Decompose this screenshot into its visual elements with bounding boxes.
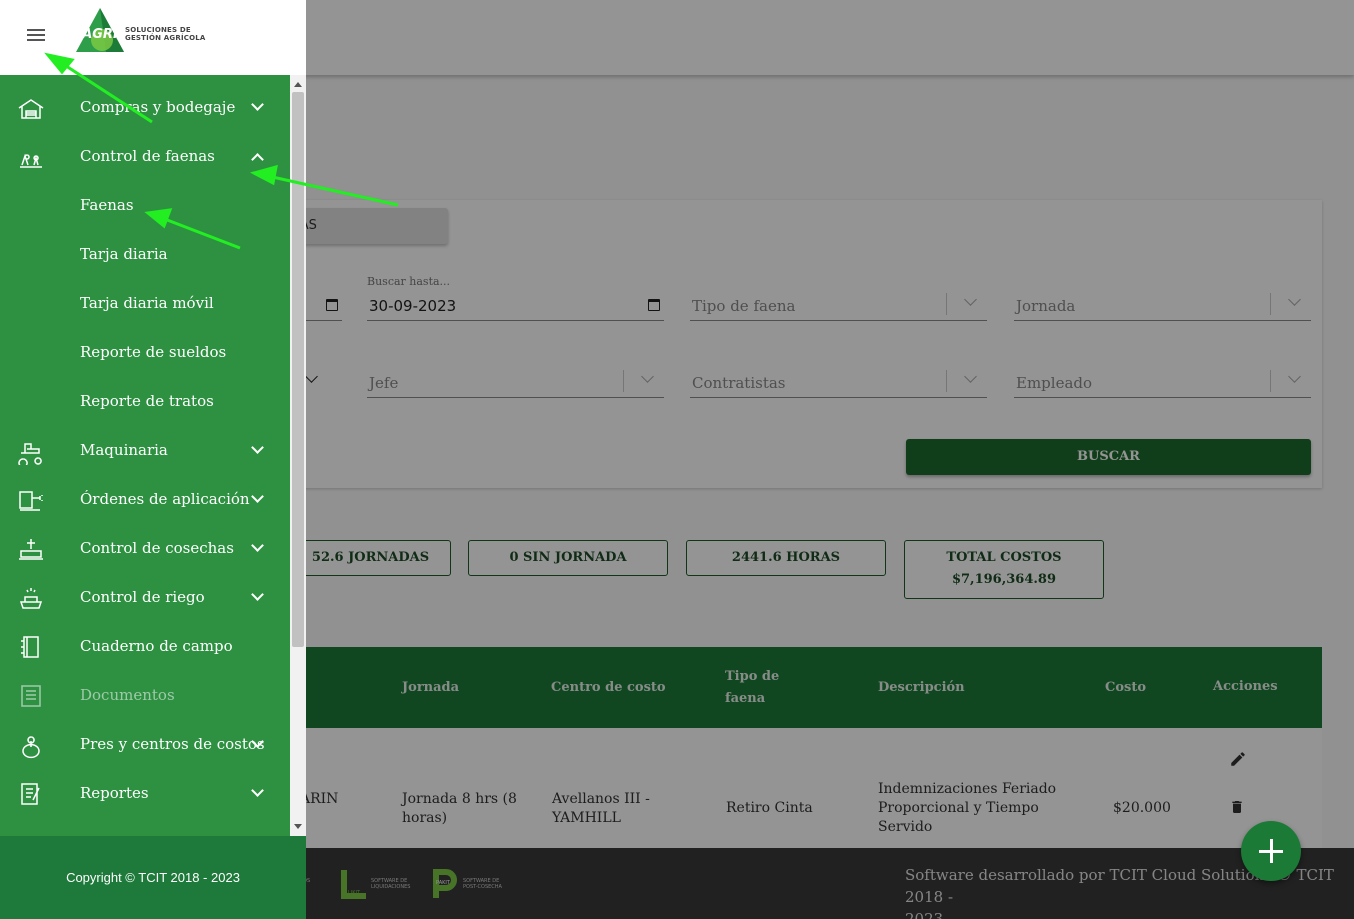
add-fab-button[interactable] (1241, 821, 1301, 881)
warehouse-icon (18, 99, 44, 119)
submenu-item-tarja-diaria[interactable]: Tarja diaria (0, 231, 290, 280)
brand-line1: SOLUCIONES DE (125, 26, 191, 34)
svg-text:AGRI: AGRI (81, 27, 118, 42)
navigation-drawer: AGRI SOLUCIONES DE GESTIÓN AGRÍCOLA Comp… (0, 0, 306, 919)
submenu-item-faenas[interactable]: Faenas (0, 182, 290, 231)
menu-item-documentos[interactable]: Documentos (0, 672, 290, 721)
menu-item-control-cosechas[interactable]: Control de cosechas (0, 525, 290, 574)
menu-item-label: Tarja diaria móvil (80, 294, 214, 312)
chevron-down-icon (251, 539, 264, 552)
menu-item-label: Control de riego (80, 588, 205, 606)
menu-item-label: Órdenes de aplicación (80, 490, 250, 508)
menu-item-cuaderno-campo[interactable]: Cuaderno de campo (0, 623, 290, 672)
drawer-scrollbar-thumb[interactable] (292, 92, 304, 647)
report-icon (21, 783, 40, 805)
drawer-header: AGRI SOLUCIONES DE GESTIÓN AGRÍCOLA (0, 0, 306, 75)
drawer-copyright: Copyright © TCIT 2018 - 2023 (66, 870, 240, 885)
menu-item-label: Faenas (80, 196, 134, 214)
menu-item-label: Documentos (80, 686, 175, 704)
submenu-item-reporte-sueldos[interactable]: Reporte de sueldos (0, 329, 290, 378)
irrigation-icon (19, 588, 43, 609)
submenu-item-reporte-tratos[interactable]: Reporte de tratos (0, 378, 290, 427)
drawer-footer: Copyright © TCIT 2018 - 2023 (0, 836, 306, 919)
submenu-item-tarja-diaria-movil[interactable]: Tarja diaria móvil (0, 280, 290, 329)
menu-item-ordenes-aplicacion[interactable]: Órdenes de aplicación (0, 476, 290, 525)
workers-icon (20, 153, 42, 168)
brand-text: SOLUCIONES DE GESTIÓN AGRÍCOLA (125, 26, 206, 42)
menu-item-label: Reporte de sueldos (80, 343, 227, 361)
budget-icon (22, 736, 40, 759)
menu-item-label: Reporte de tratos (80, 392, 214, 410)
menu-item-compras-bodegaje[interactable]: Compras y bodegaje (0, 84, 290, 133)
menu-item-reportes[interactable]: Reportes (0, 770, 290, 819)
menu-item-label: Control de cosechas (80, 539, 234, 557)
scale-icon (19, 539, 43, 560)
menu-item-label: Reportes (80, 784, 149, 802)
plus-icon-vertical (1269, 839, 1273, 863)
menu-item-control-riego[interactable]: Control de riego (0, 574, 290, 623)
scroll-down-arrow-icon[interactable] (294, 824, 302, 829)
agri-logo[interactable]: AGRI SOLUCIONES DE GESTIÓN AGRÍCOLA (72, 6, 212, 60)
hamburger-menu-icon[interactable] (27, 29, 47, 43)
menu-item-label: Compras y bodegaje (80, 98, 236, 116)
menu-item-label: Cuaderno de campo (80, 637, 233, 655)
menu-item-label: Maquinaria (80, 441, 168, 459)
menu-item-control-faenas[interactable]: Control de faenas (0, 133, 290, 182)
menu-item-label: Pres y centros de costos (80, 735, 265, 753)
brand-line2: GESTIÓN AGRÍCOLA (125, 34, 206, 42)
chevron-up-icon (251, 153, 264, 166)
menu-item-label: Tarja diaria (80, 245, 168, 263)
notebook-icon (21, 636, 39, 658)
document-icon (21, 685, 41, 707)
chevron-down-icon (251, 490, 264, 503)
drawer-menu-list: Compras y bodegaje Control de faenas Fae… (0, 84, 290, 836)
tractor-icon (18, 443, 42, 465)
chevron-down-icon (251, 98, 264, 111)
chevron-down-icon (251, 784, 264, 797)
chevron-down-icon (251, 441, 264, 454)
menu-item-pres-centros-costos[interactable]: Pres y centros de costos (0, 721, 290, 770)
chevron-down-icon (251, 588, 264, 601)
scroll-up-arrow-icon[interactable] (294, 82, 302, 87)
sprayer-icon (19, 491, 43, 511)
agri-logo-mark: AGRI (76, 8, 124, 52)
menu-item-label: Control de faenas (80, 147, 215, 165)
menu-item-maquinaria[interactable]: Maquinaria (0, 427, 290, 476)
